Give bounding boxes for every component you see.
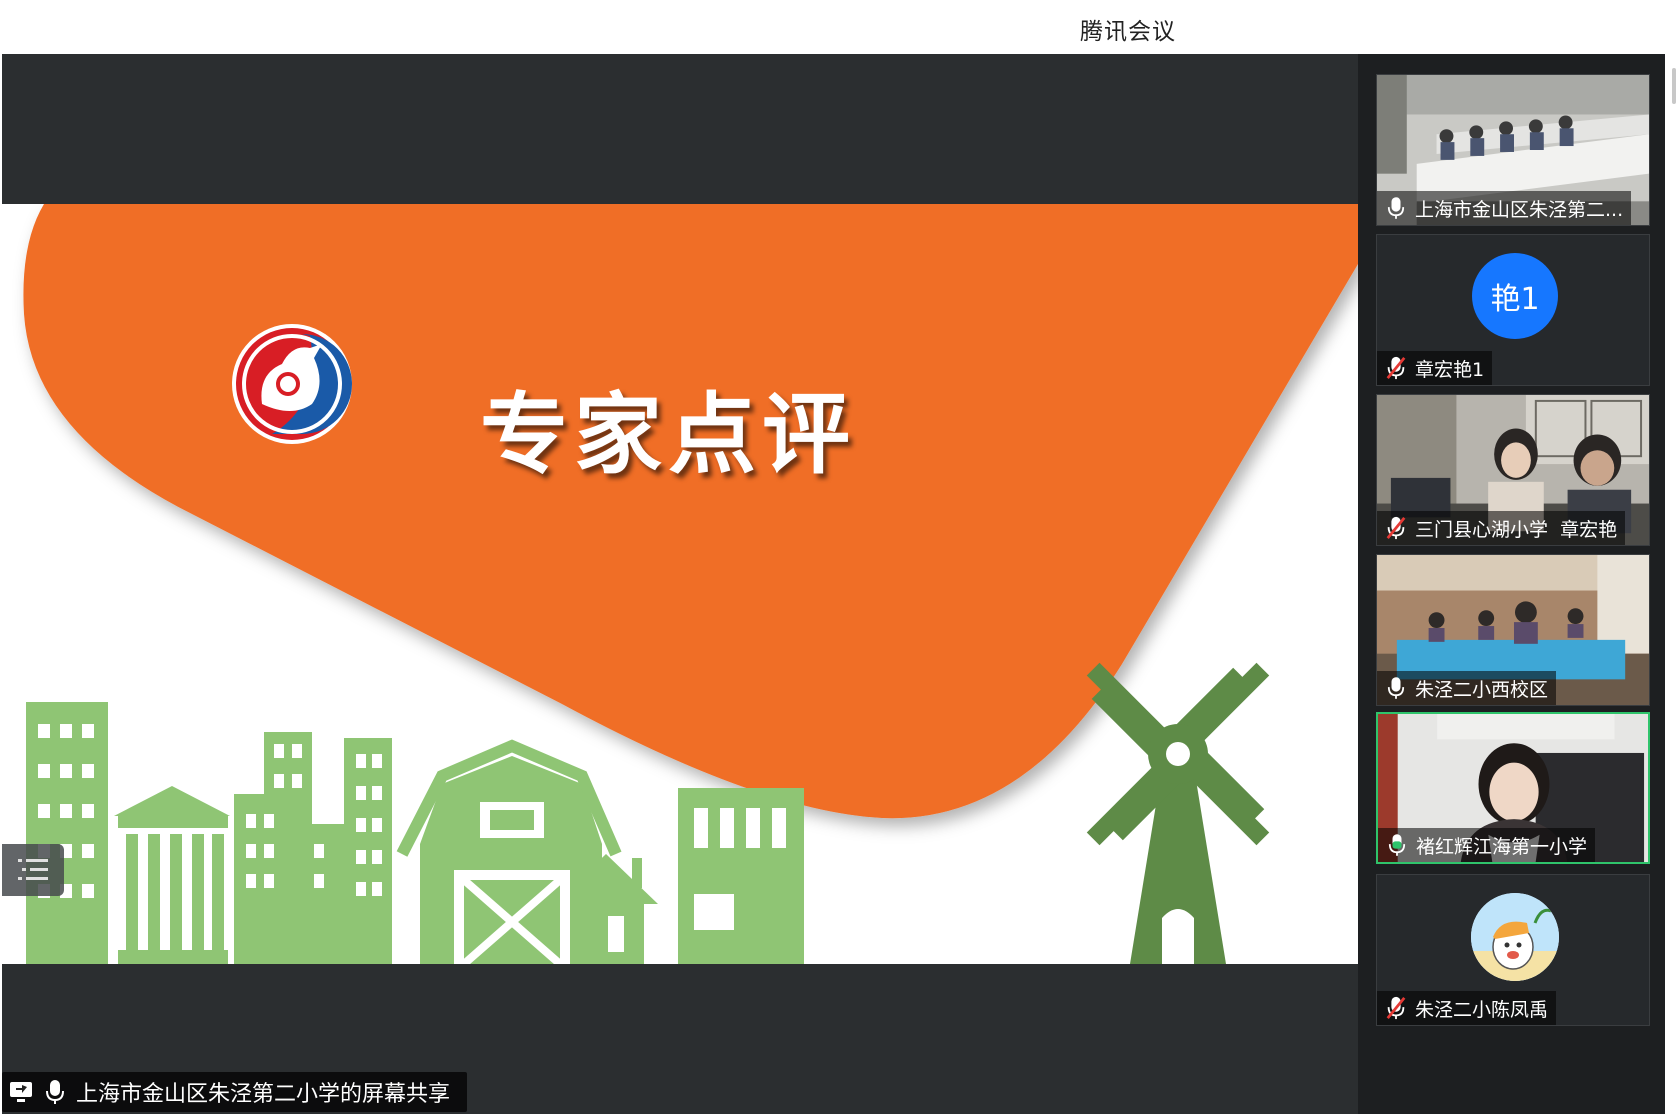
slide-graphics xyxy=(23,204,1358,964)
microphone-muted-icon xyxy=(1381,513,1411,543)
scrollbar[interactable] xyxy=(1665,54,1679,1114)
scrollbar-thumb[interactable] xyxy=(1672,68,1676,104)
participant-tile[interactable]: 朱泾二小西校区 xyxy=(1376,554,1650,706)
microphone-icon xyxy=(1381,673,1411,703)
avatar: 艳1 xyxy=(1472,253,1558,339)
app-title: 腾讯会议 xyxy=(1080,19,1176,45)
participant-name: 三门县心湖小学 章宏艳 xyxy=(1415,518,1618,541)
participant-tile[interactable]: 三门县心湖小学 章宏艳 xyxy=(1376,394,1650,546)
school-logo xyxy=(232,324,352,444)
participant-name: 上海市金山区朱泾第二... xyxy=(1415,198,1624,221)
barn xyxy=(396,739,622,964)
microphone-muted-icon xyxy=(1381,353,1411,383)
avatar xyxy=(1471,893,1559,981)
screen-share-text: 上海市金山区朱泾第二小学的屏幕共享 xyxy=(76,1082,451,1107)
windmill xyxy=(1086,662,1270,964)
microphone-icon xyxy=(40,1077,70,1107)
participant-name: 章宏艳1 xyxy=(1415,358,1485,381)
list-toggle-button[interactable] xyxy=(2,844,64,896)
microphone-muted-icon xyxy=(1381,993,1411,1023)
participant-name: 朱泾二小陈凤禹 xyxy=(1415,998,1549,1021)
participant-tile-speaking[interactable]: 褚红辉江海第一小学 xyxy=(1376,712,1650,864)
participant-tile[interactable]: 上海市金山区朱泾第二... xyxy=(1376,74,1650,226)
participant-name-bar: 朱泾二小西校区 xyxy=(1377,671,1557,705)
slide-title: 专家点评 xyxy=(480,383,857,486)
microphone-speaking-icon xyxy=(1382,830,1412,860)
participant-name: 褚红辉江海第一小学 xyxy=(1416,835,1588,858)
participant-name-bar: 三门县心湖小学 章宏艳 xyxy=(1377,511,1626,545)
participant-name-bar: 上海市金山区朱泾第二... xyxy=(1377,191,1632,225)
participant-name-bar: 褚红辉江海第一小学 xyxy=(1378,828,1596,862)
microphone-icon xyxy=(1381,193,1411,223)
participant-name-bar: 朱泾二小陈凤禹 xyxy=(1377,991,1557,1025)
screen-share-label: 上海市金山区朱泾第二小学的屏幕共享 xyxy=(2,1072,467,1112)
participant-tile[interactable]: 朱泾二小陈凤禹 xyxy=(1376,874,1650,1026)
title-bar: 腾讯会议 xyxy=(0,0,1679,54)
participant-name: 朱泾二小西校区 xyxy=(1415,678,1549,701)
list-icon xyxy=(18,859,48,880)
participant-name-bar: 章宏艳1 xyxy=(1377,351,1493,385)
screen-share-icon xyxy=(6,1077,36,1107)
participant-tile[interactable]: 艳1 章宏艳1 xyxy=(1376,234,1650,386)
shared-slide: 专家点评 xyxy=(2,204,1358,964)
